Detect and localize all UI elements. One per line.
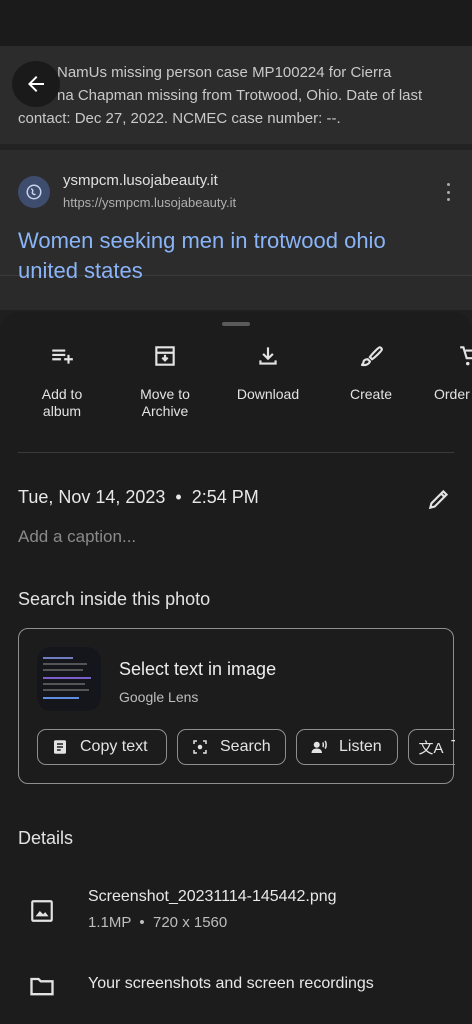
action-row: Add to album Move to Archive Download Cr… bbox=[0, 342, 472, 432]
file-meta: 1.1MP • 720 x 1560 bbox=[88, 914, 228, 931]
folder-name[interactable]: Your screenshots and screen recordings bbox=[88, 975, 374, 993]
move-to-archive-button[interactable]: Move to Archive bbox=[115, 342, 215, 420]
snippet-line-2: na Chapman missing from Trotwood, Ohio. … bbox=[57, 87, 423, 104]
order-label: Order bbox=[434, 386, 470, 402]
status-strip bbox=[0, 0, 472, 46]
download-label: Download bbox=[236, 386, 300, 402]
info-bottom-sheet: Add to album Move to Archive Download Cr… bbox=[0, 312, 472, 1024]
lens-title: Select text in image bbox=[119, 659, 277, 679]
snippet-line-1: NamUs missing person case MP100224 for C… bbox=[57, 64, 392, 81]
site-name: ysmpcm.lusojabeauty.it bbox=[63, 172, 218, 189]
lens-search-icon bbox=[190, 737, 210, 757]
archive-icon bbox=[151, 342, 179, 370]
playlist-add-icon bbox=[48, 342, 76, 370]
photo-viewer[interactable]: NamUs missing person case MP100224 for C… bbox=[0, 0, 472, 310]
back-button[interactable] bbox=[12, 61, 60, 107]
search-inside-title: Search inside this photo bbox=[18, 589, 211, 609]
move-to-archive-label: Move to Archive bbox=[140, 386, 190, 419]
record-voice-icon bbox=[309, 737, 329, 757]
create-button[interactable]: Create bbox=[321, 342, 421, 403]
create-label: Create bbox=[349, 386, 393, 402]
listen-chip[interactable]: Listen bbox=[296, 729, 398, 765]
download-icon bbox=[254, 342, 282, 370]
caption-input[interactable]: Add a caption... bbox=[18, 527, 136, 547]
copy-text-chip[interactable]: Copy text bbox=[37, 729, 167, 765]
file-name: Screenshot_20231114-145442.png bbox=[88, 888, 337, 905]
more-vert-icon bbox=[438, 180, 458, 204]
result-snippet: NamUs missing person case MP100224 for C… bbox=[18, 61, 458, 130]
lens-chip-row: Copy text Search Listen 文A T bbox=[37, 729, 455, 769]
section-divider bbox=[18, 452, 454, 453]
globe-icon bbox=[18, 176, 50, 208]
translate-chip[interactable]: 文A T bbox=[408, 729, 455, 765]
drag-handle[interactable] bbox=[222, 322, 250, 326]
search-chip-label: Search bbox=[220, 738, 271, 755]
result-title-link: Women seeking men in trotwood ohio unite… bbox=[18, 228, 386, 283]
cart-icon bbox=[458, 342, 472, 370]
photo-thumbnail bbox=[37, 647, 101, 711]
translate-chip-label: T bbox=[451, 738, 455, 756]
brush-icon bbox=[357, 342, 385, 370]
arrow-back-icon bbox=[28, 76, 44, 92]
edit-date-button[interactable] bbox=[426, 486, 452, 512]
add-to-album-button[interactable]: Add to album bbox=[12, 342, 112, 420]
copy-text-label: Copy text bbox=[80, 738, 148, 755]
photo-datetime: Tue, Nov 14, 2023 • 2:54 PM bbox=[18, 487, 259, 507]
document-icon bbox=[50, 737, 70, 757]
folder-icon bbox=[28, 972, 56, 1000]
details-title: Details bbox=[18, 828, 74, 848]
download-button[interactable]: Download bbox=[218, 342, 318, 403]
search-chip[interactable]: Search bbox=[177, 729, 286, 765]
add-to-album-label: Add to album bbox=[41, 386, 83, 419]
pencil-icon bbox=[428, 489, 449, 510]
snippet-line-3: contact: Dec 27, 2022. NCMEC case number… bbox=[18, 110, 341, 127]
order-button[interactable]: Order bbox=[424, 342, 472, 403]
translate-icon: 文A bbox=[418, 739, 444, 757]
site-url: https://ysmpcm.lusojabeauty.it bbox=[63, 195, 237, 210]
image-icon bbox=[29, 898, 55, 924]
listen-chip-label: Listen bbox=[339, 738, 382, 755]
lens-subtitle: Google Lens bbox=[119, 689, 199, 705]
lens-card[interactable]: Select text in image Google Lens Copy te… bbox=[18, 628, 455, 784]
